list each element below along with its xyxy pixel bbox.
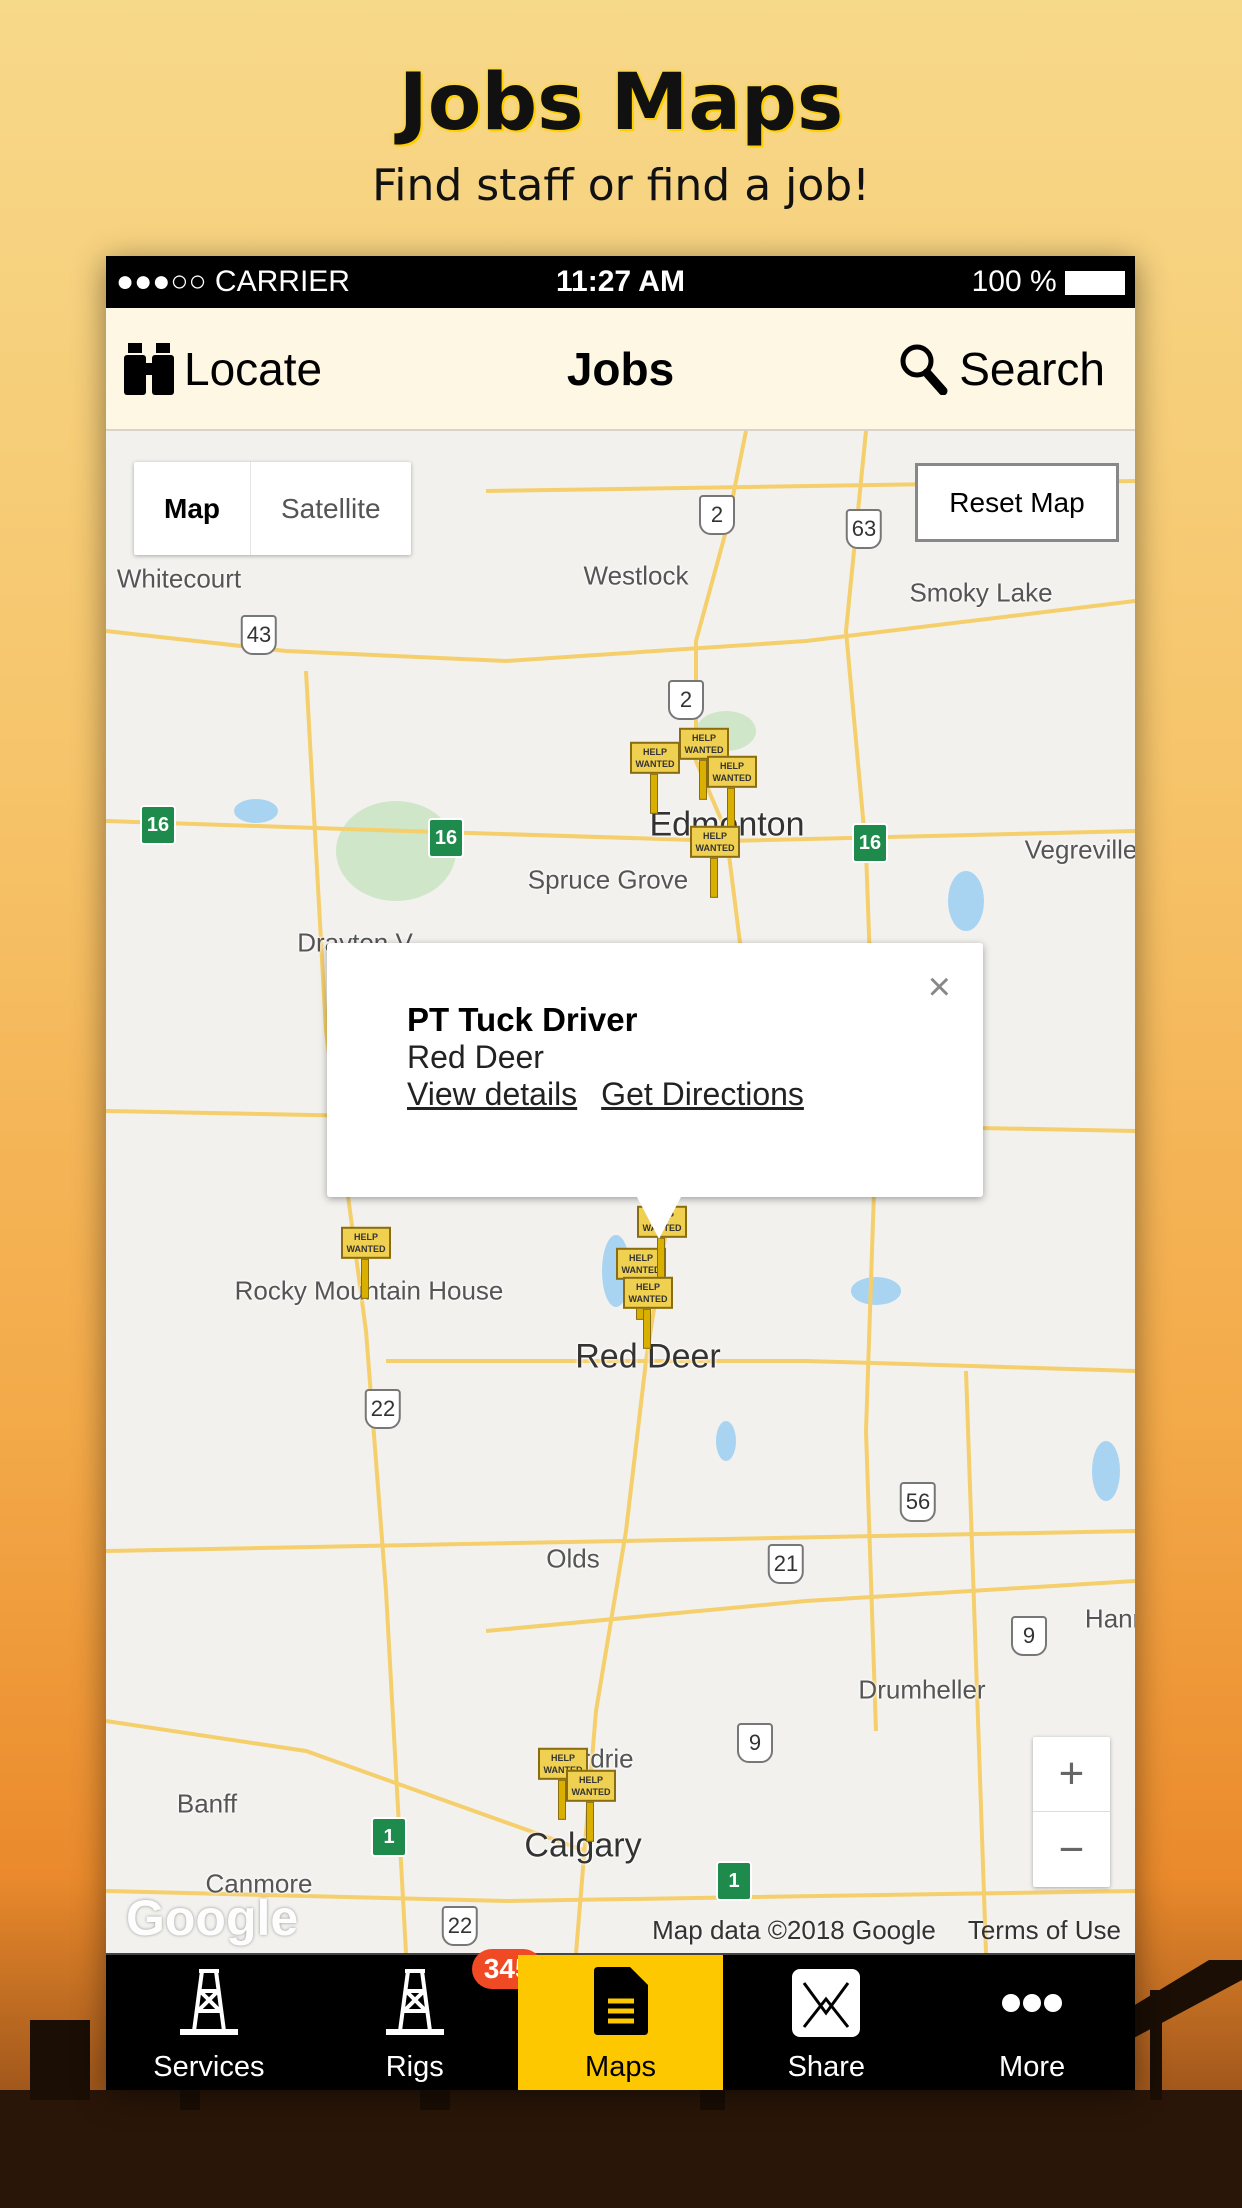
locate-label: Locate [184, 342, 323, 395]
battery-icon [1065, 271, 1125, 296]
tab-bar: Services 345 Rigs Maps Share More [106, 1949, 1135, 2090]
share-envelope-icon [792, 1969, 861, 2037]
marker-post [361, 1258, 369, 1299]
highway-shield: 2 [699, 495, 735, 535]
job-marker[interactable]: HELP WANTED [630, 741, 680, 814]
map-view[interactable]: WhitecourtWestlockSmoky LakeEdmontonSpru… [106, 431, 1135, 1953]
marker-post [586, 1801, 594, 1842]
search-icon [900, 344, 948, 395]
highway-shield: 16 [428, 818, 464, 858]
city-label: Banff [176, 1788, 238, 1819]
city-label: Westlock [583, 560, 689, 591]
help-wanted-sign: HELP WANTED [707, 755, 757, 788]
city-label: Hann [1084, 1603, 1135, 1634]
map-data-text: Map data ©2018 Google [652, 1915, 936, 1945]
phone-frame: ●●●○○ CARRIER 11:27 AM 100 % Locate Jobs… [106, 256, 1135, 2090]
tab-more[interactable]: More [929, 1955, 1135, 2090]
search-label: Search [959, 342, 1105, 395]
marker-post [699, 759, 707, 800]
tab-services[interactable]: Services [106, 1955, 312, 2090]
oil-rig-icon [385, 1969, 444, 2035]
job-marker[interactable]: HELP WANTED [566, 1769, 616, 1842]
highway-shield: 2 [668, 680, 704, 720]
city-label: Olds [546, 1543, 600, 1574]
map-type-map[interactable]: Map [134, 462, 251, 555]
help-wanted-sign: HELP WANTED [566, 1769, 616, 1802]
marker-post [710, 857, 718, 898]
help-wanted-sign: HELP WANTED [623, 1276, 673, 1309]
get-directions-link[interactable]: Get Directions [601, 1076, 804, 1112]
tab-label: Maps [585, 2051, 656, 2083]
zoom-out-button[interactable]: − [1033, 1812, 1110, 1887]
city-label: Smoky Lake [909, 577, 1053, 608]
highway-shield: 9 [1011, 1616, 1047, 1656]
highway-shield: 1 [716, 1861, 752, 1901]
highway-shield: 16 [852, 823, 888, 863]
battery-percent: 100 % [971, 265, 1057, 298]
marker-post [558, 1779, 566, 1820]
job-marker[interactable]: HELP WANTED [690, 825, 740, 898]
city-label: Vegreville [1024, 834, 1135, 865]
google-logo: Google [126, 1890, 299, 1946]
tab-maps[interactable]: Maps [517, 1955, 724, 2090]
promo-title: Jobs Maps [398, 58, 844, 148]
highway-shield: 21 [767, 1544, 805, 1584]
tab-label: More [999, 2051, 1066, 2083]
binoculars-icon [124, 342, 174, 395]
view-details-link[interactable]: View details [407, 1076, 577, 1112]
locate-button[interactable]: Locate [124, 342, 322, 396]
oil-rig-icon [179, 1969, 238, 2035]
search-button[interactable]: Search [899, 342, 1105, 396]
zoom-control: + − [1033, 1737, 1110, 1887]
tab-label: Share [787, 2051, 865, 2083]
zoom-in-button[interactable]: + [1033, 1737, 1110, 1812]
status-bar: ●●●○○ CARRIER 11:27 AM 100 % [106, 256, 1135, 308]
tab-rigs[interactable]: 345 Rigs [312, 1949, 543, 2090]
promo-subtitle: Find staff or find a job! [372, 160, 870, 211]
highway-shield: 22 [441, 1906, 479, 1946]
tab-share[interactable]: Share [723, 1955, 929, 2090]
job-location: Red Deer [407, 1039, 544, 1075]
highway-shield: 22 [364, 1389, 402, 1429]
map-type-satellite[interactable]: Satellite [251, 462, 411, 555]
terms-of-use-link[interactable]: Terms of Use [968, 1915, 1121, 1946]
highway-shield: 1 [371, 1817, 407, 1857]
info-window: × PT Tuck Driver Red Deer View details Ge… [327, 943, 983, 1239]
marker-post [657, 1237, 665, 1278]
highway-shield: 63 [845, 509, 883, 549]
map-attribution: Map data ©2018 Google Terms of Use [652, 1915, 1121, 1946]
job-marker[interactable]: HELP WANTED [707, 755, 757, 828]
map-type-control: Map Satellite [134, 462, 411, 555]
more-dots-icon [1002, 1994, 1063, 2012]
highway-shield: 9 [737, 1723, 773, 1763]
marker-post [650, 773, 658, 814]
highway-shield: 43 [240, 615, 278, 655]
city-label: Whitecourt [116, 563, 242, 594]
help-wanted-sign: HELP WANTED [630, 741, 680, 774]
tab-label: Services [153, 2051, 265, 2083]
help-wanted-sign: HELP WANTED [690, 825, 740, 858]
job-marker[interactable]: HELP WANTED [623, 1276, 673, 1349]
marker-post [727, 787, 735, 828]
city-label: Spruce Grove [527, 864, 689, 895]
close-icon[interactable]: × [928, 965, 951, 1010]
highway-shield: 16 [140, 805, 176, 845]
carrier: ●●●○○ CARRIER [116, 265, 350, 298]
help-wanted-sign: HELP WANTED [341, 1226, 391, 1259]
marker-post [643, 1308, 651, 1349]
tab-label: Rigs [385, 2051, 444, 2083]
reset-map-button[interactable]: Reset Map [915, 463, 1119, 542]
highway-shield: 56 [899, 1482, 937, 1522]
job-title: PT Tuck Driver [407, 1001, 638, 1038]
job-marker[interactable]: HELP WANTED [341, 1226, 391, 1299]
nav-header: Locate Jobs Search [106, 308, 1135, 431]
battery: 100 % [972, 265, 1125, 299]
document-icon [594, 1967, 649, 2035]
city-label: Drumheller [858, 1674, 986, 1705]
